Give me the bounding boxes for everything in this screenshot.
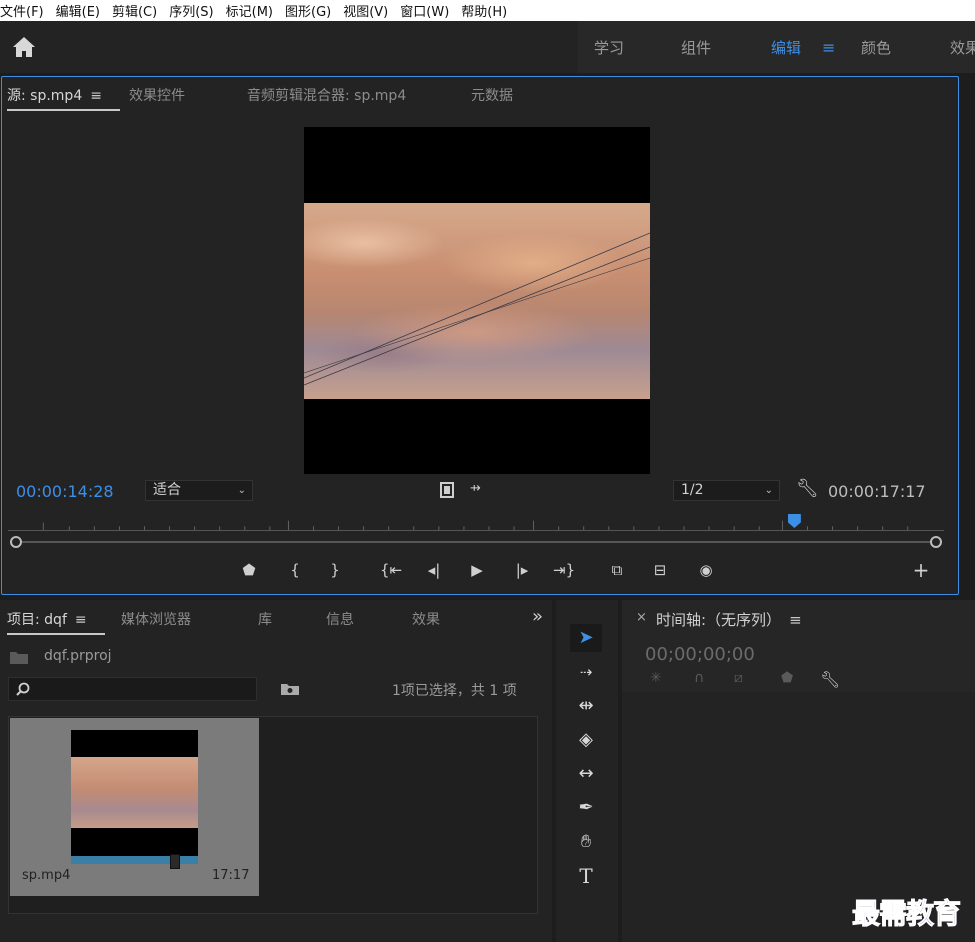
search-input[interactable] [8,677,257,701]
track-select-tool-icon[interactable]: ⇢ [570,658,602,686]
menu-markers[interactable]: 标记(M) [226,1,279,20]
mark-out-icon[interactable]: } [324,559,346,581]
selection-count: 1项已选择，共 1 项 [392,683,517,699]
tab-library[interactable]: 库 [258,609,272,629]
timeline-toolbar: ✳︎ ∩ ⧄ ⬟ 🔧︎ [648,670,848,690]
linked-selection-icon[interactable]: ⧄ [734,670,743,686]
chevron-down-icon: ⌄ [237,485,246,496]
tab-media-browser[interactable]: 媒体浏览器 [121,609,191,629]
find-folder-icon[interactable] [280,682,300,696]
panel-menu-icon[interactable]: ≡ [90,88,102,104]
timeline-timecode[interactable]: 00;00;00;00 [645,644,755,665]
workspace-editing[interactable]: 编辑 [771,37,801,58]
menu-bar: 文件(F) 编辑(E) 剪辑(C) 序列(S) 标记(M) 图形(G) 视图(V… [0,0,975,21]
menu-window[interactable]: 窗口(W) [400,1,455,20]
tools-panel: ➤ ⇢ ⇹ ◈ ↔ ✒ ✋︎ T [556,600,618,942]
add-marker-icon[interactable]: ⬟ [781,670,793,686]
overwrite-icon[interactable]: ⊟ [649,559,671,581]
menu-view[interactable]: 视图(V) [343,1,394,20]
razor-tool-icon[interactable]: ◈ [570,726,602,754]
clip-duration: 17:17 [212,868,250,883]
film-icon[interactable] [439,482,455,498]
hand-tool-icon[interactable]: ✋︎ [570,828,602,856]
clip-thumbnail-sky [71,757,198,828]
insert-overlay-icon[interactable]: ⇸ [470,481,481,496]
workspace-assembly[interactable]: 组件 [681,37,711,58]
clip-scrub-handle[interactable] [170,854,180,869]
tab-effects[interactable]: 效果 [412,609,440,629]
more-tabs-icon[interactable]: » [532,606,543,627]
duration-timecode: 00:00:17:17 [828,482,926,501]
tab-info[interactable]: 信息 [326,609,354,629]
current-timecode[interactable]: 00:00:14:28 [16,482,114,501]
ripple-edit-tool-icon[interactable]: ⇹ [570,692,602,720]
resolution-select[interactable]: 1/2 ⌄ [673,480,780,501]
go-to-in-icon[interactable]: {⇤ [380,559,402,581]
timeline-panel: × 时间轴:（无序列） ≡ 00;00;00;00 ✳︎ ∩ ⧄ ⬟ 🔧︎ [622,600,975,942]
tab-audio-clip-mixer[interactable]: 音频剪辑混合器: sp.mp4 [247,85,406,105]
chevron-down-icon: ⌄ [764,485,773,496]
mark-in-icon[interactable]: { [284,559,306,581]
timeline-header: × 时间轴:（无序列） ≡ 00;00;00;00 ✳︎ ∩ ⧄ ⬟ 🔧︎ [622,600,975,692]
menu-graphics[interactable]: 图形(G) [285,1,337,20]
clip-thumbnail[interactable]: sp.mp4 17:17 [10,718,259,896]
project-folder-icon [10,652,28,664]
workspace-learn[interactable]: 学习 [594,37,624,58]
home-icon[interactable] [12,36,36,58]
step-back-icon[interactable]: ◂| [423,559,445,581]
power-lines [303,232,651,386]
zoom-scrollbar[interactable] [10,536,942,548]
workspace-color[interactable]: 颜色 [861,37,891,58]
selection-tool-icon[interactable]: ➤ [570,624,602,652]
nest-icon[interactable]: ✳︎ [650,670,662,686]
menu-clip[interactable]: 剪辑(C) [112,1,163,20]
workspace-tabs: 学习 组件 编辑 ≡ 颜色 效果 [578,21,975,73]
scrollbar-start-handle[interactable] [10,536,22,548]
clip-name: sp.mp4 [22,868,71,883]
insert-icon[interactable]: ⧉ [606,559,628,581]
menu-sequence[interactable]: 序列(S) [169,1,219,20]
camera-icon[interactable]: ◉ [695,559,717,581]
scrollbar-track [18,541,934,543]
play-icon[interactable]: ▶ [466,559,488,581]
zoom-select[interactable]: 适合 ⌄ [145,480,253,501]
tab-project[interactable]: 项目: dqf ≡ [7,609,105,635]
timeline-title[interactable]: 时间轴:（无序列） ≡ [656,609,802,630]
go-to-out-icon[interactable]: ⇥} [553,559,575,581]
tab-source[interactable]: 源: sp.mp4 ≡ [7,85,120,111]
workspace-bar: 学习 组件 编辑 ≡ 颜色 效果 [0,21,975,73]
video-preview[interactable] [303,127,651,474]
tab-metadata[interactable]: 元数据 [471,85,513,105]
wrench-icon[interactable]: 🔧︎ [820,670,840,689]
sky-frame [303,203,651,399]
source-monitor-panel: 源: sp.mp4 ≡ 效果控件 音频剪辑混合器: sp.mp4 元数据 00:0… [1,76,959,595]
type-tool-icon[interactable]: T [570,862,602,890]
tab-effect-controls[interactable]: 效果控件 [129,85,185,105]
search-icon [16,682,30,696]
pen-tool-icon[interactable]: ✒ [570,794,602,822]
wrench-icon[interactable]: 🔧︎ [796,478,819,499]
workspace-menu-icon[interactable]: ≡ [822,38,835,57]
project-panel: 项目: dqf ≡ 媒体浏览器 库 信息 效果 » dqf.prproj 1项已选… [0,600,552,942]
add-button-icon[interactable]: + [910,559,932,581]
add-marker-icon[interactable]: ⬟ [238,559,260,581]
clip-thumbnail-image [71,730,198,864]
project-bin: sp.mp4 17:17 [8,716,538,914]
menu-file[interactable]: 文件(F) [0,1,50,20]
snap-icon[interactable]: ∩ [694,670,704,686]
slip-tool-icon[interactable]: ↔ [570,760,602,788]
project-file-name: dqf.prproj [44,648,112,664]
panel-menu-icon[interactable]: ≡ [789,611,802,629]
panel-menu-icon[interactable]: ≡ [75,612,87,628]
close-icon[interactable]: × [636,610,647,625]
menu-edit[interactable]: 编辑(E) [56,1,106,20]
menu-help[interactable]: 帮助(H) [461,1,513,20]
watermark-logo: 最需教育 [851,897,961,931]
step-forward-icon[interactable]: |▸ [511,559,533,581]
workspace-effects[interactable]: 效果 [950,37,975,58]
time-ruler[interactable] [8,517,944,531]
scrollbar-end-handle[interactable] [930,536,942,548]
